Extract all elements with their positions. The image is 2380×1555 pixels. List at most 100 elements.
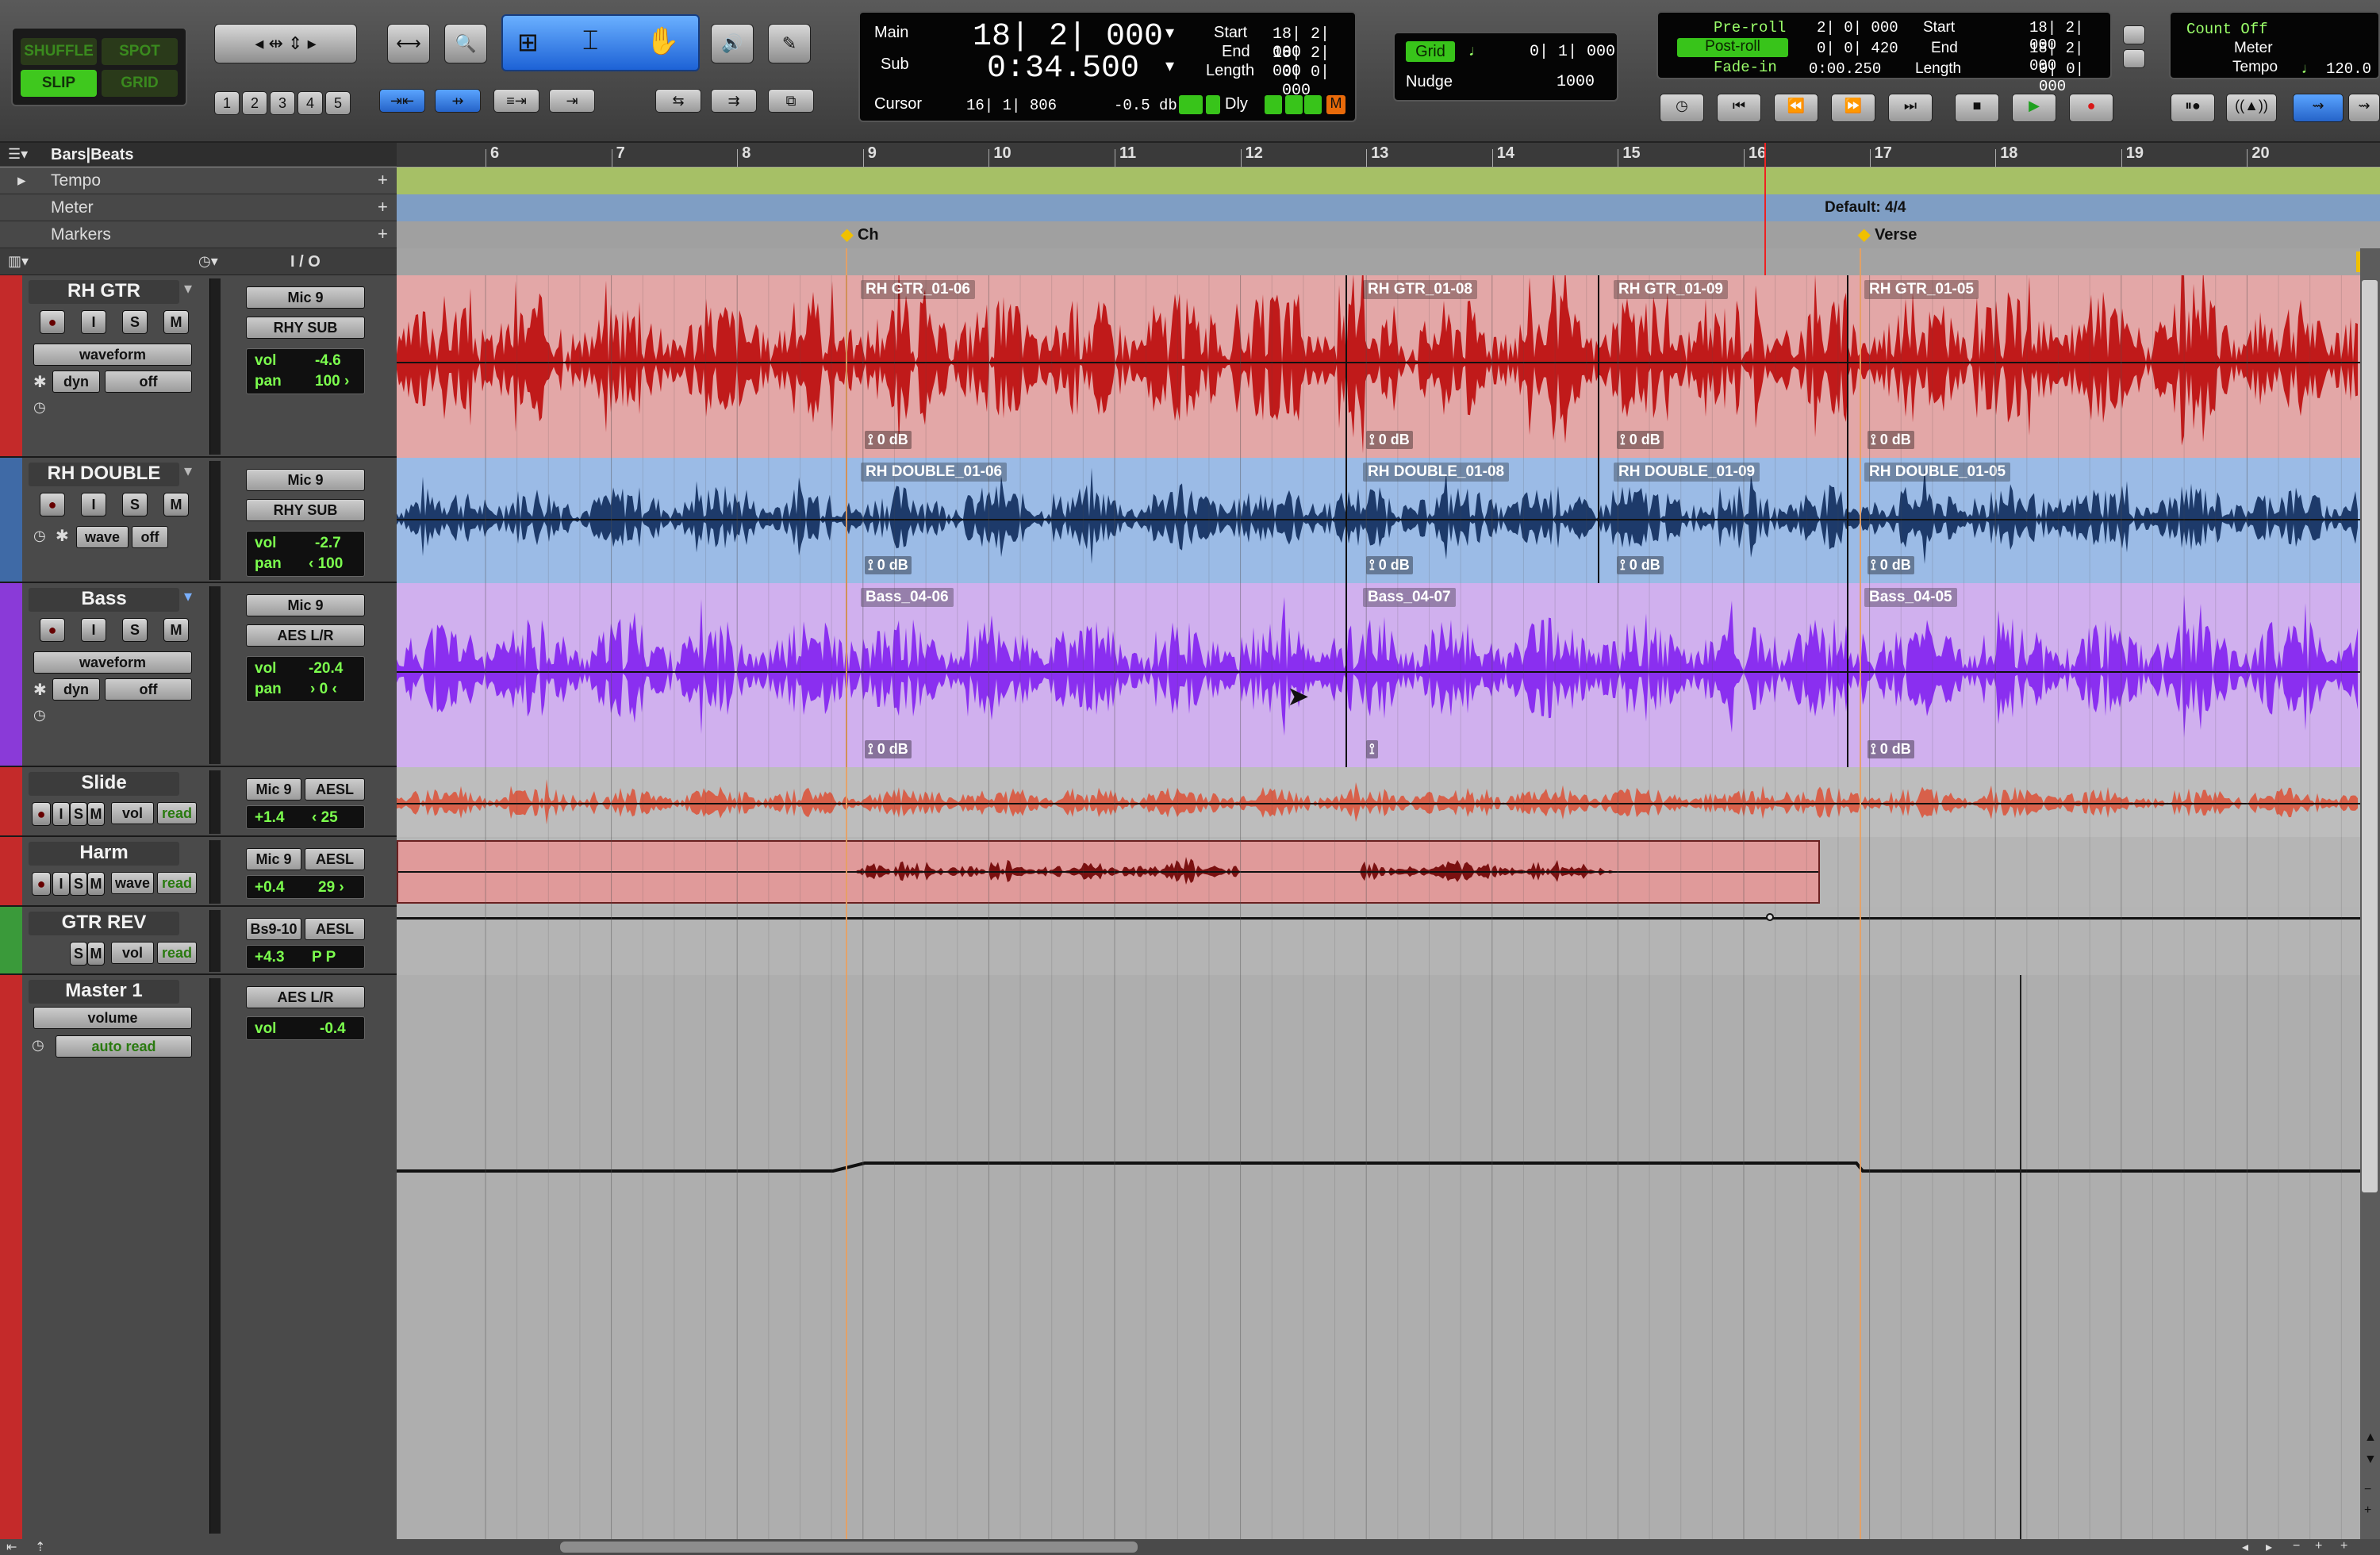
volume-pan-display[interactable]: vol -2.7 pan ‹ 100: [246, 531, 365, 577]
vol-value[interactable]: -20.4: [309, 660, 343, 678]
vol-value[interactable]: +1.4: [255, 809, 285, 827]
main-counter-value[interactable]: 18| 2| 000: [973, 19, 1163, 55]
fadein-value[interactable]: 0:00.250: [1809, 60, 1881, 78]
track-view-selector[interactable]: volume: [33, 1007, 192, 1029]
online-button[interactable]: ◷: [1660, 94, 1704, 122]
record-enable-button[interactable]: ●: [40, 310, 65, 334]
lane-slide[interactable]: [397, 767, 2360, 837]
zoom-preset-2[interactable]: 2: [242, 91, 267, 115]
track-name[interactable]: GTR REV: [29, 912, 179, 935]
volume-automation-line[interactable]: [397, 917, 2360, 920]
scroll-right-icon[interactable]: ▸: [2266, 1539, 2272, 1555]
pan-value[interactable]: 29 ›: [318, 879, 344, 897]
markers-ruler-label[interactable]: Markers +: [0, 221, 397, 248]
clip-name[interactable]: RH GTR_01-06: [861, 280, 975, 299]
lane-rh-gtr[interactable]: RH GTR_01-06 RH GTR_01-08 RH GTR_01-09 R…: [397, 275, 2360, 458]
record-enable-button[interactable]: ●: [32, 872, 51, 896]
link-timeline-button[interactable]: ⇥⇤: [379, 89, 425, 113]
track-name[interactable]: Master 1: [29, 980, 179, 1004]
track-name[interactable]: Slide: [29, 772, 179, 796]
lane-gtr-rev[interactable]: [397, 907, 2360, 975]
track-name[interactable]: Harm: [29, 842, 179, 866]
nudge-value[interactable]: 1000: [1557, 73, 1595, 91]
volume-pan-display[interactable]: vol -20.4 pan › 0 ‹: [246, 656, 365, 702]
timebase-clock-icon[interactable]: ◷: [33, 528, 46, 544]
shuffle-mode-button[interactable]: SHUFFLE: [21, 38, 97, 65]
clip-gain[interactable]: ⟟ 0 dB: [865, 740, 912, 758]
zoom-tool-button[interactable]: 🔍: [444, 24, 487, 63]
input-monitor-button[interactable]: I: [52, 872, 70, 896]
midi-merge-button[interactable]: ⇝: [2348, 94, 2380, 122]
track-view-selector[interactable]: wave: [111, 872, 154, 894]
output-selector[interactable]: AESL: [305, 848, 365, 870]
scroll-left-icon[interactable]: ◂: [2242, 1539, 2248, 1555]
automation-mode-selector[interactable]: read: [157, 802, 197, 824]
track-name[interactable]: Bass: [29, 588, 179, 612]
output-selector[interactable]: AESL: [305, 918, 365, 940]
output-selector[interactable]: RHY SUB: [246, 499, 365, 521]
clip-name[interactable]: RH DOUBLE_01-05: [1864, 463, 2011, 482]
volume-display[interactable]: vol -0.4: [246, 1016, 365, 1040]
preroll-label[interactable]: Pre-roll: [1714, 19, 1786, 36]
clip-gain[interactable]: ⟟ 0 dB: [1617, 431, 1664, 449]
pan-value[interactable]: ‹ 25: [312, 809, 338, 827]
ruler-view-icon[interactable]: ☰▾: [8, 146, 28, 163]
master-volume-automation[interactable]: [397, 975, 2360, 1539]
stop-button[interactable]: ■: [1955, 94, 1999, 122]
automation-mode-selector[interactable]: auto read: [56, 1035, 192, 1058]
zoom-out-horizontal-icon[interactable]: −: [2293, 1539, 2300, 1553]
zoom-preset-4[interactable]: 4: [298, 91, 323, 115]
record-enable-button[interactable]: ●: [40, 493, 65, 516]
delay-compensation-icon[interactable]: [1206, 95, 1220, 114]
keyboard-focus-button[interactable]: ⧉: [768, 89, 814, 113]
length-value[interactable]: 0| 0| 000: [1282, 63, 1355, 100]
input-selector[interactable]: Mic 9: [246, 778, 301, 801]
scroll-up-icon[interactable]: ▲: [2364, 1430, 2377, 1445]
automation-mode-selector[interactable]: read: [157, 872, 197, 894]
go-to-end-button[interactable]: ⏭: [1888, 94, 1933, 122]
clip-name[interactable]: RH DOUBLE_01-06: [861, 463, 1008, 482]
scroll-end-icon[interactable]: ⇡: [35, 1539, 45, 1555]
vol-value[interactable]: -0.4: [320, 1020, 346, 1038]
track-view-selector[interactable]: vol: [111, 942, 154, 964]
track-view-selector[interactable]: wave: [76, 526, 129, 548]
slip-mode-button[interactable]: SLIP: [21, 70, 97, 97]
pan-value[interactable]: 100 ›: [315, 373, 349, 390]
mute-button[interactable]: M: [87, 942, 105, 966]
meter-ruler-label[interactable]: Meter +: [0, 194, 397, 221]
automation-breakpoint[interactable]: [1766, 913, 1774, 921]
zoomer-tool-button[interactable]: ⟷: [387, 24, 430, 63]
meter-label[interactable]: Meter: [2234, 40, 2273, 57]
track-view-selector[interactable]: waveform: [33, 651, 192, 674]
metronome-button[interactable]: ((▲)): [2226, 94, 2277, 122]
input-selector[interactable]: Bs9-10: [246, 918, 301, 940]
smart-tool-group[interactable]: ⊞ ⌶ ✋: [501, 14, 700, 71]
meter-ruler[interactable]: Default: 4/4: [397, 194, 2380, 221]
zoom-in-horizontal-icon[interactable]: +: [2340, 1539, 2347, 1553]
fast-forward-button[interactable]: ⏩: [1831, 94, 1875, 122]
grid-value[interactable]: 0| 1| 000: [1530, 43, 1615, 61]
vertical-scroll-thumb[interactable]: [2362, 280, 2378, 1192]
wait-for-note-button[interactable]: ⏸●: [2171, 94, 2215, 122]
add-marker-icon[interactable]: +: [378, 224, 388, 244]
lane-master[interactable]: [397, 975, 2360, 1539]
clip-name[interactable]: RH GTR_01-05: [1864, 280, 1979, 299]
tab-to-transients-button[interactable]: ⇥: [549, 89, 595, 113]
input-monitor-button[interactable]: I: [81, 310, 106, 334]
conductor-track-button[interactable]: ⇝: [2293, 94, 2344, 122]
meter-default-label[interactable]: Default: 4/4: [1825, 199, 1906, 217]
zoom-toggle-horizontal-icon[interactable]: +: [2315, 1539, 2322, 1553]
bars-beats-ruler[interactable]: ☰▾ Bars|Beats 6 7 8 9 10 11 12 13 14 15 16 17 18 19 20: [0, 143, 2380, 167]
zoom-buttons[interactable]: ◂ ⇹ ⇕ ▸: [214, 24, 357, 63]
solo-button[interactable]: S: [70, 802, 87, 826]
clip-gain[interactable]: ⟟ 0 dB: [865, 431, 912, 449]
volume-pan-display[interactable]: +0.4 29 ›: [246, 875, 365, 899]
output-selector[interactable]: AES L/R: [246, 624, 365, 647]
elastic-icon[interactable]: ✱: [33, 680, 47, 700]
input-monitor-button[interactable]: I: [81, 493, 106, 516]
clip-gain[interactable]: ⟟ 0 dB: [1366, 431, 1413, 449]
harm-clip[interactable]: [397, 840, 1820, 904]
link-track-button[interactable]: ⇸: [435, 89, 481, 113]
postroll-button[interactable]: Post-roll: [1677, 38, 1788, 57]
volume-pan-display[interactable]: vol -4.6 pan 100 ›: [246, 348, 365, 394]
